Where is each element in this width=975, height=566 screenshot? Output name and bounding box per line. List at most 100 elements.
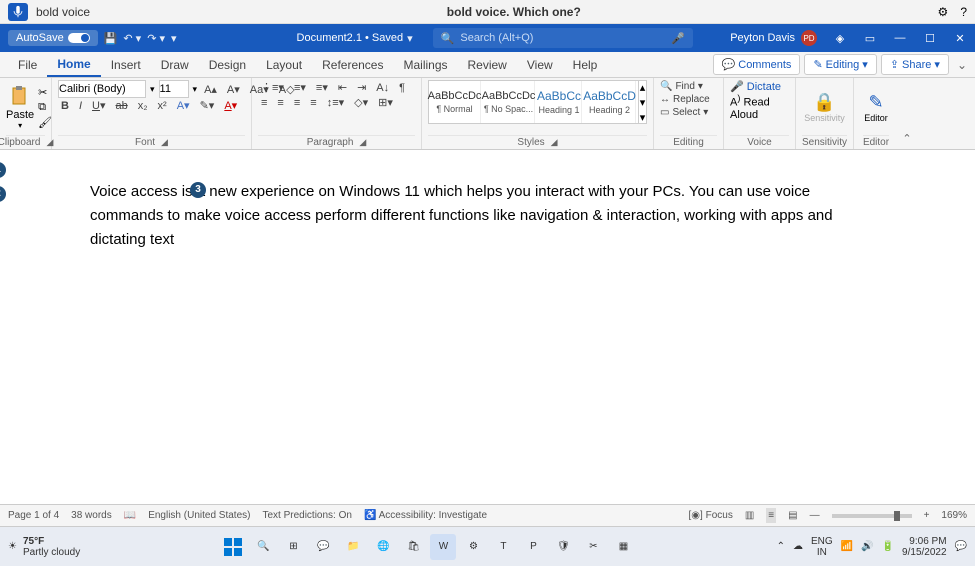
multilevel-icon[interactable]: ≡▾ bbox=[313, 80, 331, 95]
justify-icon[interactable]: ≡ bbox=[307, 96, 319, 110]
search-mic-icon[interactable]: 🎤 bbox=[671, 32, 685, 45]
edge-icon[interactable]: 🌐 bbox=[370, 534, 396, 560]
styles-launcher-icon[interactable]: ◢ bbox=[551, 137, 558, 148]
italic-button[interactable]: I bbox=[76, 99, 85, 113]
tab-insert[interactable]: Insert bbox=[101, 54, 151, 76]
tab-review[interactable]: Review bbox=[458, 54, 517, 76]
font-color-icon[interactable]: A▾ bbox=[221, 98, 240, 113]
chevron-down-icon[interactable]: ▾ bbox=[150, 84, 155, 95]
redo-icon[interactable]: ↷ ▾ bbox=[147, 32, 165, 45]
editing-mode-button[interactable]: ✎ Editing ▾ bbox=[804, 54, 876, 75]
app-icon[interactable]: ▦ bbox=[610, 534, 636, 560]
styles-more-icon[interactable]: ▴▾▾ bbox=[638, 81, 646, 123]
tab-help[interactable]: Help bbox=[563, 54, 608, 76]
search-taskbar-icon[interactable]: 🔍 bbox=[250, 534, 276, 560]
align-center-icon[interactable]: ≡ bbox=[274, 96, 286, 110]
shrink-font-icon[interactable]: A▾ bbox=[224, 82, 243, 97]
store-icon[interactable]: 🛍 bbox=[400, 534, 426, 560]
document-name[interactable]: Document2.1 • Saved bbox=[297, 32, 404, 44]
style-nospacing[interactable]: AaBbCcDc¶ No Spac... bbox=[483, 81, 535, 123]
text-predictions[interactable]: Text Predictions: On bbox=[262, 510, 351, 521]
page-number[interactable]: Page 1 of 4 bbox=[8, 510, 59, 521]
document-text[interactable]: Voice access is a new experience on Wind… bbox=[90, 180, 885, 252]
font-launcher-icon[interactable]: ◢ bbox=[161, 137, 168, 148]
tray-overflow-icon[interactable]: ⌃ bbox=[777, 541, 785, 552]
docname-dropdown-icon[interactable]: ▾ bbox=[407, 32, 413, 45]
zoom-in-icon[interactable]: + bbox=[924, 510, 930, 521]
maximize-button[interactable]: ☐ bbox=[915, 24, 945, 52]
font-size-input[interactable] bbox=[159, 80, 189, 98]
read-mode-icon[interactable]: ▥ bbox=[745, 510, 754, 521]
voice-mic-button[interactable] bbox=[8, 3, 28, 21]
tab-design[interactable]: Design bbox=[199, 54, 256, 76]
sort-icon[interactable]: A↓ bbox=[373, 81, 392, 95]
language-status[interactable]: English (United States) bbox=[148, 510, 250, 521]
document-canvas[interactable]: 1 2 3 Voice access is a new experience o… bbox=[0, 150, 975, 504]
increase-indent-icon[interactable]: ⇥ bbox=[354, 80, 369, 95]
cut-icon[interactable]: ✂ bbox=[38, 86, 52, 99]
decrease-indent-icon[interactable]: ⇤ bbox=[335, 80, 350, 95]
zoom-level[interactable]: 169% bbox=[941, 510, 967, 521]
spell-check-icon[interactable]: 📖 bbox=[124, 510, 136, 521]
tab-file[interactable]: File bbox=[8, 54, 47, 76]
close-button[interactable]: ✕ bbox=[945, 24, 975, 52]
strikethrough-button[interactable]: ab bbox=[113, 99, 131, 113]
tab-home[interactable]: Home bbox=[47, 53, 100, 77]
comments-button[interactable]: 💬 Comments bbox=[713, 54, 801, 75]
wifi-icon[interactable]: 📶 bbox=[841, 541, 853, 552]
line-spacing-icon[interactable]: ↕≡▾ bbox=[324, 95, 347, 110]
tab-references[interactable]: References bbox=[312, 54, 393, 76]
file-explorer-icon[interactable]: 📁 bbox=[340, 534, 366, 560]
read-aloud-button[interactable]: A) Read Aloud bbox=[730, 93, 789, 121]
callout-3[interactable]: 3 bbox=[190, 182, 206, 198]
grow-font-icon[interactable]: A▴ bbox=[201, 82, 220, 97]
clock[interactable]: 9:06 PM9/15/2022 bbox=[902, 536, 947, 558]
shading-icon[interactable]: ◇▾ bbox=[351, 95, 371, 110]
snipping-icon[interactable]: ✂ bbox=[580, 534, 606, 560]
settings-taskbar-icon[interactable]: ⚙ bbox=[460, 534, 486, 560]
app-options-icon[interactable]: ◈ bbox=[825, 24, 855, 52]
volume-icon[interactable]: 🔊 bbox=[861, 541, 873, 552]
share-button[interactable]: ⇪ Share ▾ bbox=[881, 54, 949, 75]
find-button[interactable]: 🔍 Find ▾ bbox=[660, 80, 717, 93]
format-painter-icon[interactable]: 🖌 bbox=[38, 116, 52, 129]
chat-icon[interactable]: 💬 bbox=[310, 534, 336, 560]
editor-button[interactable]: Editor bbox=[864, 113, 888, 123]
styles-gallery[interactable]: AaBbCcDc¶ Normal AaBbCcDc¶ No Spac... Aa… bbox=[428, 80, 647, 124]
battery-icon[interactable]: 🔋 bbox=[882, 541, 894, 552]
align-left-icon[interactable]: ≡ bbox=[258, 96, 270, 110]
show-marks-icon[interactable]: ¶ bbox=[396, 81, 408, 95]
tab-layout[interactable]: Layout bbox=[256, 54, 312, 76]
ribbon-display-icon[interactable]: ▭ bbox=[855, 24, 885, 52]
bullets-icon[interactable]: ⋮≡▾ bbox=[258, 80, 287, 95]
style-normal[interactable]: AaBbCcDc¶ Normal bbox=[429, 81, 481, 123]
bold-button[interactable]: B bbox=[58, 99, 72, 113]
collapse-ribbon-icon[interactable]: ⌃ bbox=[902, 132, 911, 145]
highlight-icon[interactable]: ✎▾ bbox=[197, 98, 218, 113]
copy-icon[interactable]: ⧉ bbox=[38, 101, 52, 114]
voice-help-icon[interactable]: ? bbox=[960, 5, 967, 19]
qat-customize-icon[interactable]: ▾ bbox=[171, 32, 177, 45]
word-icon[interactable]: W bbox=[430, 534, 456, 560]
teams-icon[interactable]: T bbox=[490, 534, 516, 560]
dictate-button[interactable]: 🎤 Dictate bbox=[730, 80, 789, 93]
language-switcher[interactable]: ENGIN bbox=[811, 536, 833, 558]
accessibility-status[interactable]: ♿ Accessibility: Investigate bbox=[364, 510, 487, 521]
style-heading1[interactable]: AaBbCcHeading 1 bbox=[537, 81, 582, 123]
chevron-down-icon[interactable]: ▾ bbox=[193, 84, 198, 95]
minimize-button[interactable]: — bbox=[885, 24, 915, 52]
collapse-ribbon-icon[interactable]: ⌄ bbox=[957, 58, 967, 72]
font-name-input[interactable] bbox=[58, 80, 146, 98]
paragraph-launcher-icon[interactable]: ◢ bbox=[359, 137, 366, 148]
tab-draw[interactable]: Draw bbox=[151, 54, 199, 76]
start-button[interactable] bbox=[220, 534, 246, 560]
weather-widget[interactable]: ☀ 75°F Partly cloudy bbox=[8, 536, 80, 558]
align-right-icon[interactable]: ≡ bbox=[291, 96, 303, 110]
style-heading2[interactable]: AaBbCcDHeading 2 bbox=[584, 81, 636, 123]
tab-mailings[interactable]: Mailings bbox=[393, 54, 457, 76]
tab-view[interactable]: View bbox=[517, 54, 563, 76]
underline-button[interactable]: U▾ bbox=[89, 98, 108, 113]
replace-button[interactable]: ↔ Replace bbox=[660, 93, 717, 106]
voice-settings-icon[interactable]: ⚙ bbox=[938, 5, 949, 19]
subscript-button[interactable]: x₂ bbox=[135, 99, 151, 113]
